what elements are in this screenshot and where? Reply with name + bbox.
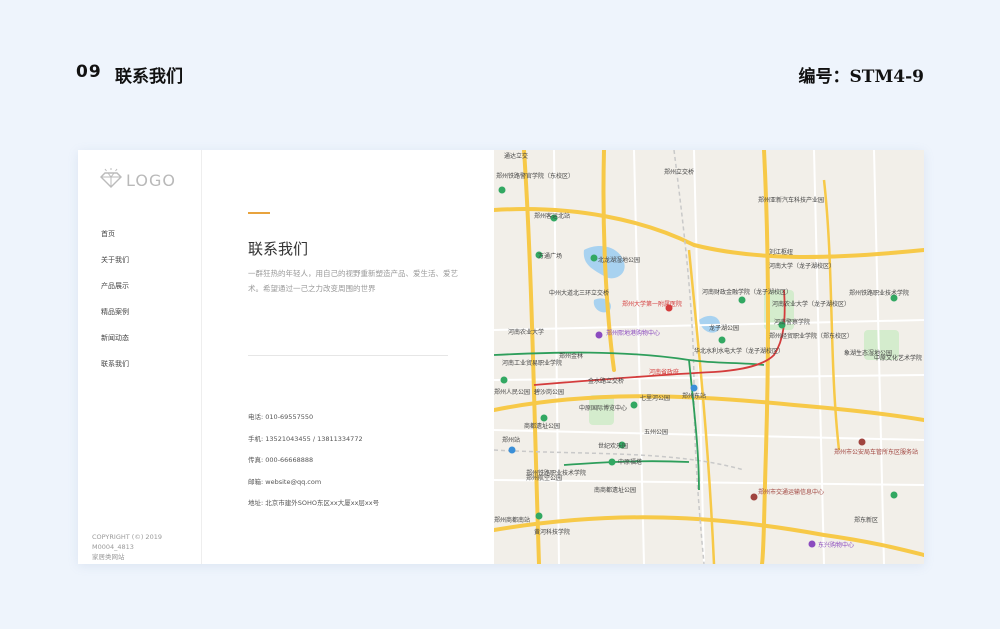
design-code: 编号：STM4-9 (798, 67, 924, 87)
map-label: 郑州经贸职业学院（郑东校区） (769, 332, 853, 340)
logo[interactable]: LOGO (100, 167, 176, 193)
map-label: 华北水利水电大学（龙子湖校区） (694, 347, 784, 355)
contact-value[interactable]: website@qq.com (265, 478, 321, 486)
sidebar: LOGO 首页 关于我们 产品展示 精品案例 新闻动态 联系我们 COPYRIG… (78, 150, 202, 564)
map-label: 河南警察学院 (774, 318, 810, 326)
map-label: 龙子湖公园 (709, 324, 739, 332)
contact-address: 地址: 北京市建外SOHO东区xx大厦xx层xx号 (248, 498, 379, 520)
contact-value[interactable]: 010-69557550 (265, 413, 313, 421)
contact-value[interactable]: 13521043455 / 13811334772 (265, 435, 362, 443)
map-label: 河南农业大学 (508, 328, 544, 336)
map-label: 南商都遗址公园 (594, 486, 636, 494)
contact-label: 地址: (248, 499, 264, 507)
map-label: 七里河公园 (640, 394, 670, 402)
map-label: 北龙湖湿地公园 (598, 256, 640, 264)
nav-item-about[interactable]: 关于我们 (101, 254, 129, 280)
map-label: 河南财政金融学院（龙子湖校区） (702, 288, 792, 296)
map-label: 世纪欢乐园 (598, 442, 628, 450)
map-label: 郑州客运北站 (534, 212, 570, 220)
map-label: 中州大道北三环立交桥 (549, 289, 609, 297)
map-label: 郑州亚新汽车科技产业园 (758, 196, 824, 204)
map-label: 金水路立交桥 (588, 377, 624, 385)
nav-item-news[interactable]: 新闻动态 (101, 332, 129, 358)
map-label: 中原文化艺术学院 (874, 354, 922, 362)
nav-item-contact[interactable]: 联系我们 (101, 358, 129, 384)
map-label: 郑州铁路职业技术学院 (849, 289, 909, 297)
map-label: 郑州大学第一附属医院 (622, 300, 682, 308)
map-label: 河南大学（龙子湖校区） (769, 262, 835, 270)
map-label: 郑东新区 (854, 516, 878, 524)
contact-label: 电话: (248, 413, 264, 421)
map-label: 五州公园 (644, 429, 668, 436)
diamond-icon (100, 167, 122, 193)
contact-mobile: 手机: 13521043455 / 13811334772 (248, 434, 379, 456)
copyright-line: COPYRIGHT (©) 2019 M0004_4813 (92, 533, 162, 551)
page-card: LOGO 首页 关于我们 产品展示 精品案例 新闻动态 联系我们 COPYRIG… (78, 150, 924, 564)
map[interactable]: 通达立交 郑州铁路警官学院（东校区） 郑州立交桥 郑州客运北站 郑州亚新汽车科技… (494, 150, 924, 564)
section-title: 联系我们 (115, 67, 183, 87)
map-label: 黄河科技学院 (534, 528, 570, 536)
map-label: 郑州人民公园 (494, 388, 530, 396)
map-label: 郑州站 (502, 436, 520, 444)
map-label: 郑州铁路警官学院（东校区） (496, 172, 574, 180)
map-label: 商都遗址公园 (524, 422, 560, 430)
map-label: 郑州市公安局车管所东区服务站 (834, 448, 918, 456)
map-label: 刘江枢纽 (769, 248, 793, 256)
contact-list: 电话: 010-69557550 手机: 13521043455 / 13811… (248, 412, 379, 520)
contact-content: 联系我们 一群狂热的年轻人，用自己的视野重新塑造产品、爱生活、爱艺术。希望通过一… (202, 150, 494, 564)
nav-menu: 首页 关于我们 产品展示 精品案例 新闻动态 联系我们 (101, 228, 129, 384)
map-label: 河南省政府 (649, 368, 679, 376)
page-heading: 联系我们 (248, 240, 309, 258)
contact-fax: 传真: 000-66668888 (248, 455, 379, 477)
contact-phone: 电话: 010-69557550 (248, 412, 379, 434)
page-description: 一群狂热的年轻人，用自己的视野重新塑造产品、爱生活、爱艺术。希望通过一己之力改变… (248, 269, 458, 293)
contact-email: 邮箱: website@qq.com (248, 477, 379, 499)
nav-item-home[interactable]: 首页 (101, 228, 129, 254)
copyright: COPYRIGHT (©) 2019 M0004_4813 家居类网站 (92, 532, 200, 562)
map-label: 郑州东站 (682, 392, 706, 400)
contact-label: 传真: (248, 456, 264, 464)
map-label: 万通广场 (538, 252, 562, 260)
map-label: 河南工业贸易职业学院 (502, 359, 562, 367)
map-label: 中原福塔 (618, 458, 642, 466)
map-label: 碧沙岗公园 (534, 388, 564, 396)
contact-label: 邮箱: (248, 477, 264, 486)
map-canvas[interactable]: 通达立交 郑州铁路警官学院（东校区） 郑州立交桥 郑州客运北站 郑州亚新汽车科技… (494, 150, 924, 564)
map-label: 通达立交 (504, 152, 528, 160)
map-label: 郑州熙地港购物中心 (606, 329, 660, 337)
map-label: 郑州市交通运输信息中心 (758, 488, 824, 496)
contact-label: 手机: (248, 434, 264, 443)
map-label: 郑州金林 (559, 352, 583, 360)
section-number: 09 (76, 62, 102, 82)
map-label: 郑州立交桥 (664, 168, 694, 176)
map-label: 东兴购物中心 (818, 541, 854, 549)
contact-value: 北京市建外SOHO东区xx大厦xx层xx号 (265, 499, 380, 507)
map-label: 郑州商都南站 (494, 516, 530, 524)
map-label: 郑州铁路职业技术学院 (526, 469, 586, 477)
map-label: 中原国际博览中心 (579, 404, 627, 412)
copyright-line: 家居类网站 (92, 553, 125, 561)
logo-text: LOGO (126, 170, 176, 190)
contact-value: 000-66668888 (265, 456, 314, 464)
divider (248, 355, 448, 356)
accent-line (248, 212, 270, 214)
nav-item-cases[interactable]: 精品案例 (101, 306, 129, 332)
nav-item-products[interactable]: 产品展示 (101, 280, 129, 306)
map-label: 河南农业大学（龙子湖校区） (772, 300, 850, 308)
